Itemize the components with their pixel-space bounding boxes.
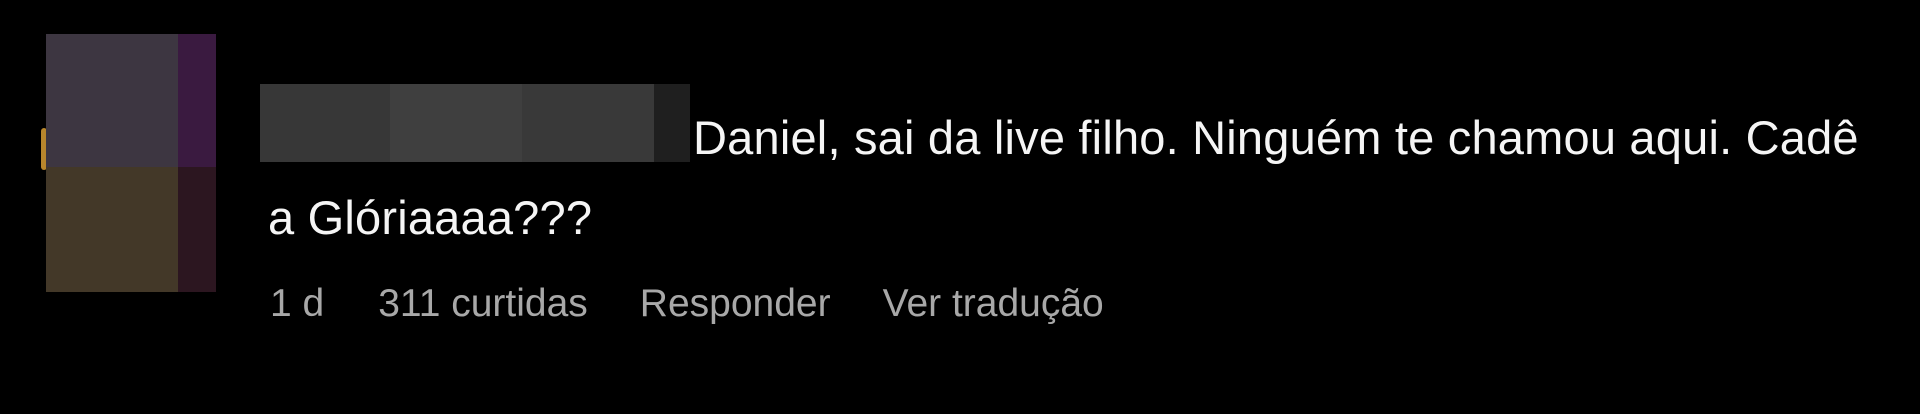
avatar[interactable] (46, 34, 216, 292)
see-translation-button[interactable]: Ver tradução (883, 282, 1104, 326)
comment-text: Daniel, sai da live filho. Ninguém te ch… (268, 111, 1859, 244)
likes-count-button[interactable]: 311 curtidas (378, 282, 588, 326)
comment-time[interactable]: 1 d (270, 282, 324, 326)
avatar-pixel-block (46, 167, 178, 292)
comment-meta: 1 d 311 curtidas Responder Ver tradução (270, 276, 1156, 332)
avatar-pixel-block (46, 34, 178, 167)
comment: Daniel, sai da live filho. Ninguém te ch… (0, 0, 1920, 414)
reply-button[interactable]: Responder (640, 282, 831, 326)
avatar-pixel-block (178, 167, 216, 292)
avatar-pixel-block (178, 34, 216, 167)
